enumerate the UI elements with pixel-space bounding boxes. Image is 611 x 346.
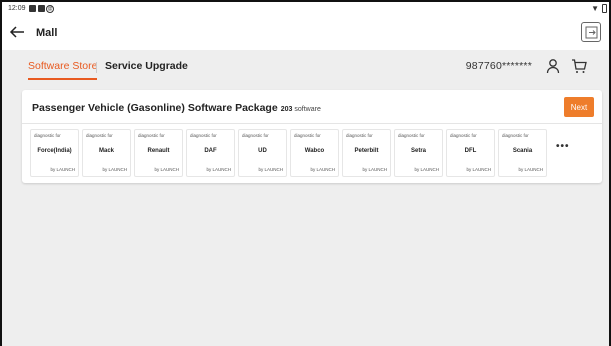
software-card[interactable]: diagnostic for DAF by LAUNCH [186, 129, 235, 177]
account-id: 987760******* [465, 60, 532, 72]
app-frame: 12:09 @ ▼ Mall Software Store Service Up… [0, 0, 611, 346]
active-tab-indicator [28, 78, 98, 80]
notification-icon [38, 5, 45, 12]
card-caption: diagnostic for [346, 133, 373, 138]
card-caption: diagnostic for [138, 133, 165, 138]
card-name: Force(India) [37, 148, 72, 154]
tab-service-upgrade[interactable]: Service Upgrade [105, 60, 188, 72]
tab-label: Software Store [28, 60, 98, 72]
card-caption: diagnostic for [86, 133, 113, 138]
software-package-panel: Passenger Vehicle (Gasonline) Software P… [22, 90, 602, 183]
card-vendor: by LAUNCH [310, 167, 335, 172]
software-card[interactable]: diagnostic for DFL by LAUNCH [446, 129, 495, 177]
card-vendor: by LAUNCH [466, 167, 491, 172]
status-time: 12:09 [8, 5, 26, 12]
card-name: Setra [410, 148, 426, 154]
user-icon[interactable] [545, 58, 561, 79]
back-arrow-icon[interactable] [8, 23, 26, 41]
card-vendor: by LAUNCH [258, 167, 283, 172]
card-vendor: by LAUNCH [362, 167, 387, 172]
next-button[interactable]: Next [564, 97, 594, 117]
software-card[interactable]: diagnostic for Scania by LAUNCH [498, 129, 547, 177]
card-vendor: by LAUNCH [102, 167, 127, 172]
card-caption: diagnostic for [34, 133, 61, 138]
battery-icon [602, 4, 607, 13]
exit-button[interactable] [581, 22, 601, 42]
software-card[interactable]: diagnostic for Wabco by LAUNCH [290, 129, 339, 177]
card-caption: diagnostic for [398, 133, 425, 138]
card-name: Wabco [304, 148, 325, 154]
card-vendor: by LAUNCH [518, 167, 543, 172]
card-name: Mack [98, 148, 114, 154]
package-count: 203 [280, 106, 293, 113]
tab-label: Service Upgrade [105, 60, 188, 72]
notification-icon [29, 5, 36, 12]
card-name: Renault [147, 148, 170, 154]
software-card[interactable]: diagnostic for Peterbilt by LAUNCH [342, 129, 391, 177]
cart-icon[interactable] [571, 58, 587, 79]
package-count-unit: software [294, 106, 321, 113]
package-header: Passenger Vehicle (Gasonline) Software P… [22, 90, 602, 124]
card-name: DFL [464, 148, 477, 154]
title-bar: Mall [2, 16, 609, 50]
more-icon[interactable]: ••• [556, 141, 570, 152]
card-vendor: by LAUNCH [50, 167, 75, 172]
software-card[interactable]: diagnostic for Renault by LAUNCH [134, 129, 183, 177]
page-title: Mall [36, 27, 58, 39]
card-caption: diagnostic for [190, 133, 217, 138]
tab-software-store[interactable]: Software Store [28, 60, 98, 80]
tab-divider [96, 62, 97, 73]
app-notification-icon: @ [46, 5, 54, 13]
package-name: Passenger Vehicle (Gasonline) Software P… [32, 102, 278, 114]
wifi-icon: ▼ [591, 4, 599, 13]
tab-bar: Software Store Service Upgrade 987760***… [16, 50, 599, 86]
card-vendor: by LAUNCH [206, 167, 231, 172]
card-vendor: by LAUNCH [154, 167, 179, 172]
software-card[interactable]: diagnostic for Mack by LAUNCH [82, 129, 131, 177]
card-name: UD [258, 148, 267, 154]
card-caption: diagnostic for [502, 133, 529, 138]
card-caption: diagnostic for [242, 133, 269, 138]
software-card-list: diagnostic for Force(India) by LAUNCH di… [30, 129, 590, 177]
card-caption: diagnostic for [450, 133, 477, 138]
card-caption: diagnostic for [294, 133, 321, 138]
package-title: Passenger Vehicle (Gasonline) Software P… [32, 102, 321, 114]
software-card[interactable]: diagnostic for Force(India) by LAUNCH [30, 129, 79, 177]
card-name: Peterbilt [354, 148, 379, 154]
status-bar: 12:09 @ ▼ [2, 2, 609, 16]
software-card[interactable]: diagnostic for Setra by LAUNCH [394, 129, 443, 177]
card-name: Scania [512, 148, 533, 154]
exit-icon [585, 26, 598, 39]
software-card[interactable]: diagnostic for UD by LAUNCH [238, 129, 287, 177]
card-vendor: by LAUNCH [414, 167, 439, 172]
card-name: DAF [204, 148, 217, 154]
